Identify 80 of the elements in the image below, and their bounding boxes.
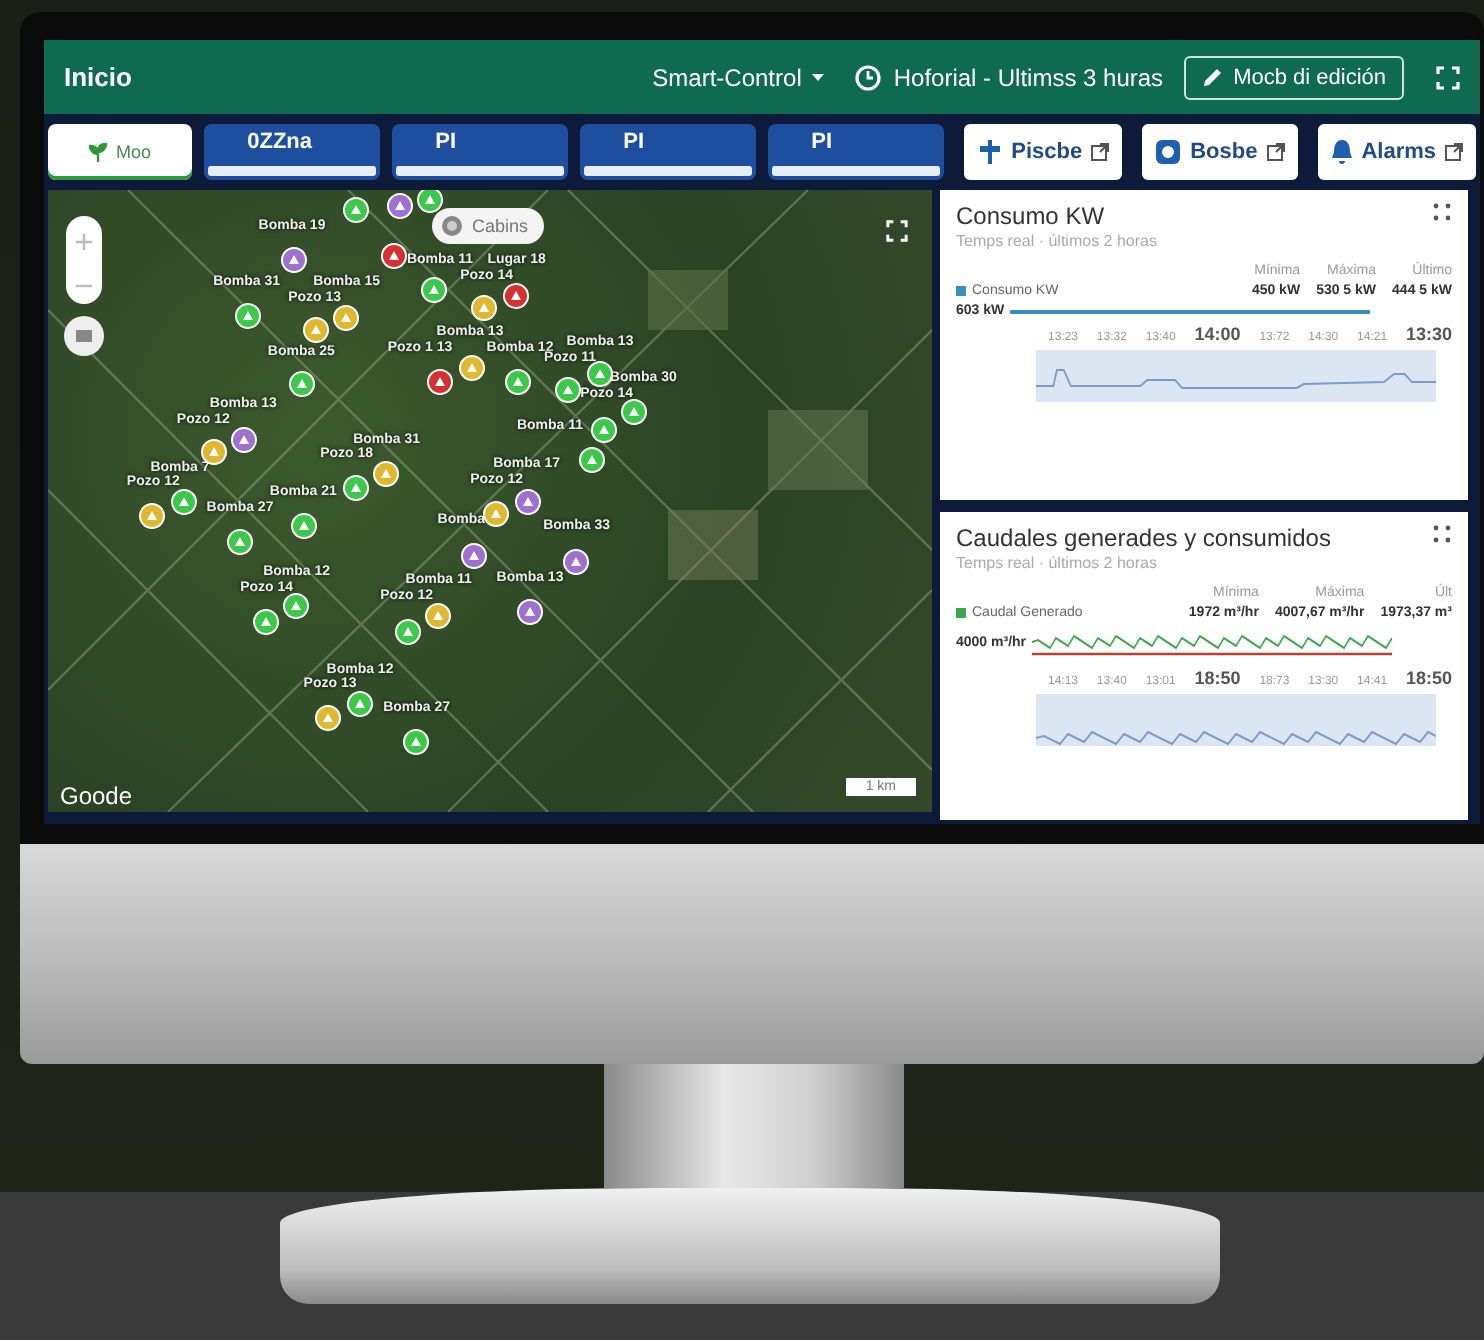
pump-marker-icon[interactable] (253, 608, 280, 635)
pump-marker-icon[interactable] (139, 503, 165, 529)
fullscreen-icon[interactable] (886, 220, 908, 242)
pump-marker-icon[interactable] (590, 416, 617, 443)
pump-marker-icon[interactable] (587, 361, 613, 388)
pump-marker-icon[interactable] (563, 548, 590, 575)
home-tab[interactable]: Moo (48, 124, 192, 180)
pump-marker-icon[interactable] (459, 355, 485, 381)
layer-chip[interactable]: Cabins (432, 208, 545, 244)
pump-marker-icon[interactable] (555, 377, 581, 404)
pump-marker-icon[interactable] (427, 368, 453, 395)
pump-marker-icon[interactable] (347, 691, 373, 717)
zone-tab[interactable]: PI (767, 124, 944, 180)
card-subtitle: Temps real · últimos 2 horas (956, 232, 1157, 250)
crop-field (768, 410, 868, 490)
pump-marker-icon[interactable] (460, 543, 487, 569)
time-tick: 13:30 (1405, 324, 1452, 344)
pump-marker-icon[interactable] (280, 246, 307, 273)
pump-marker-icon[interactable] (517, 599, 543, 626)
map-attribution: Goode (60, 782, 133, 810)
pump-marker-icon[interactable] (227, 528, 253, 555)
pump-marker-icon[interactable] (620, 399, 647, 426)
pump-marker-icon[interactable] (483, 501, 510, 528)
edit-mode-button[interactable]: Mocb di edición (1183, 55, 1404, 99)
drag-handle-icon[interactable] (1432, 202, 1452, 222)
pump-marker-icon[interactable] (235, 303, 261, 329)
pump-marker-icon[interactable] (343, 475, 370, 501)
pump-marker-icon[interactable] (170, 488, 197, 515)
pump-marker-icon[interactable] (417, 190, 443, 213)
pump-marker-icon[interactable] (387, 193, 413, 219)
action-button[interactable]: Alarms (1317, 124, 1476, 180)
pump-marker-icon[interactable] (380, 243, 407, 269)
pump-marker-icon[interactable] (289, 371, 315, 398)
layers-icon (74, 326, 94, 346)
popout-icon (1444, 142, 1464, 162)
pump-marker-icon[interactable] (425, 603, 451, 629)
pump-marker-icon[interactable] (505, 368, 532, 395)
clock-icon (853, 63, 882, 91)
bell-icon (1329, 138, 1354, 166)
popout-icon (1090, 142, 1111, 162)
pump-marker-icon[interactable] (373, 461, 400, 487)
caret-icon (809, 71, 826, 83)
pump-marker-icon[interactable] (302, 317, 329, 344)
pump-marker-icon[interactable] (291, 513, 318, 539)
fullscreen-icon[interactable] (1436, 65, 1460, 89)
pump-marker-icon[interactable] (395, 618, 421, 645)
page-title: Inicio (64, 62, 132, 92)
pump-marker-icon[interactable] (515, 488, 541, 515)
card-title: Consumo KW (956, 202, 1107, 230)
app-menu[interactable]: Smart-Control (652, 63, 842, 91)
history-label: Hoforial - Ultimss 3 huras (893, 63, 1164, 91)
time-tick: 18:50 (1194, 667, 1241, 687)
action-button[interactable]: Bosbe (1142, 124, 1298, 180)
zone-tab[interactable]: 0ZZna (203, 124, 380, 180)
pump-marker-icon[interactable] (343, 196, 370, 223)
pump-marker-icon[interactable] (579, 446, 605, 473)
time-tick: 14:00 (1194, 324, 1241, 344)
pump-marker-icon[interactable] (283, 593, 310, 619)
zone-tab[interactable]: PI (391, 124, 568, 180)
pump-icon (1154, 138, 1183, 166)
action-button[interactable]: Piscbe (963, 124, 1123, 180)
pump-marker-icon[interactable] (420, 277, 447, 304)
crop-field (648, 270, 728, 330)
pump-marker-icon[interactable] (230, 426, 257, 453)
crop-field (668, 510, 758, 580)
pump-marker-icon[interactable] (470, 295, 497, 321)
pencil-icon (1201, 66, 1224, 88)
time-tick: 18:50 (1405, 667, 1452, 687)
pump-marker-icon[interactable] (503, 283, 530, 309)
zone-tab[interactable]: PI (579, 124, 756, 180)
pump-marker-icon[interactable] (333, 304, 360, 331)
drag-handle-icon[interactable] (1432, 523, 1452, 543)
popout-icon (1265, 142, 1286, 162)
pump-marker-icon[interactable] (403, 728, 430, 755)
satellite-map[interactable] (48, 190, 932, 812)
card-title: Caudales generades y consumidos (956, 523, 1331, 551)
layers-button[interactable] (64, 316, 104, 356)
card-subtitle: Temps real · últimos 2 horas (956, 553, 1159, 571)
pump-marker-icon[interactable] (315, 704, 341, 731)
plant-icon (88, 142, 109, 162)
